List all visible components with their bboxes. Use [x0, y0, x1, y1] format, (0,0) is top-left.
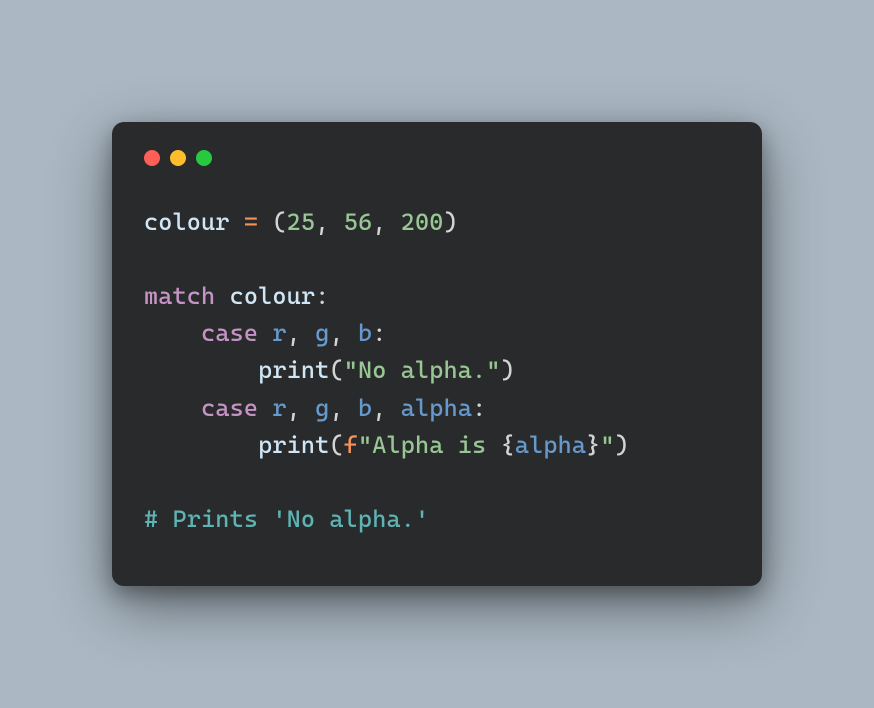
- code-window: colour = (25, 56, 200) match colour: cas…: [112, 122, 762, 587]
- code-number: 25: [287, 208, 316, 236]
- code-operator: =: [244, 208, 258, 236]
- code-paren: (: [272, 208, 286, 236]
- code-pattern-var: alpha: [401, 394, 472, 422]
- code-string: ": [600, 431, 614, 459]
- code-paren: (: [329, 356, 343, 384]
- code-paren: ): [615, 431, 629, 459]
- code-pattern-var: b: [358, 319, 372, 347]
- code-comma: ,: [287, 319, 301, 347]
- code-colon: :: [372, 319, 386, 347]
- code-function: print: [258, 356, 329, 384]
- code-pattern-var: r: [272, 394, 286, 422]
- code-comma: ,: [372, 394, 386, 422]
- code-fstring-prefix: f: [344, 431, 358, 459]
- code-string: "No alpha.": [344, 356, 501, 384]
- code-pattern-var: r: [272, 319, 286, 347]
- code-paren: ): [444, 208, 458, 236]
- code-identifier: colour: [230, 282, 316, 310]
- code-colon: :: [472, 394, 486, 422]
- code-number: 56: [344, 208, 373, 236]
- code-interp-var: alpha: [515, 431, 586, 459]
- code-paren: (: [329, 431, 343, 459]
- code-colon: :: [315, 282, 329, 310]
- window-controls: [144, 150, 730, 166]
- code-number: 200: [401, 208, 444, 236]
- close-icon[interactable]: [144, 150, 160, 166]
- code-pattern-var: b: [358, 394, 372, 422]
- code-brace: }: [586, 431, 600, 459]
- code-comma: ,: [329, 319, 343, 347]
- code-comma: ,: [329, 394, 343, 422]
- code-block: colour = (25, 56, 200) match colour: cas…: [144, 204, 730, 539]
- code-comment: # Prints 'No alpha.': [144, 505, 429, 533]
- minimize-icon[interactable]: [170, 150, 186, 166]
- code-string: "Alpha is: [358, 431, 501, 459]
- code-comma: ,: [287, 394, 301, 422]
- code-comma: ,: [372, 208, 386, 236]
- code-variable: colour: [144, 208, 230, 236]
- code-pattern-var: g: [315, 394, 329, 422]
- code-keyword: case: [201, 319, 258, 347]
- code-keyword: match: [144, 282, 215, 310]
- maximize-icon[interactable]: [196, 150, 212, 166]
- code-paren: ): [501, 356, 515, 384]
- code-comma: ,: [315, 208, 329, 236]
- code-brace: {: [501, 431, 515, 459]
- code-function: print: [258, 431, 329, 459]
- code-keyword: case: [201, 394, 258, 422]
- code-pattern-var: g: [315, 319, 329, 347]
